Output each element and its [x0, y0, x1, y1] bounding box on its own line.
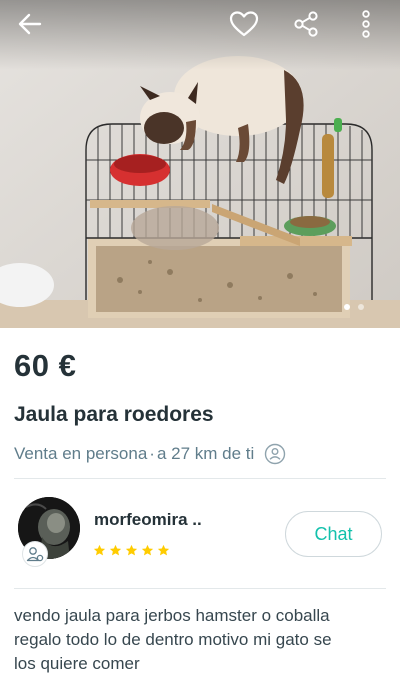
product-price: 60 € — [14, 348, 77, 383]
favorite-button[interactable] — [226, 6, 262, 42]
divider — [14, 588, 386, 589]
star-icon — [157, 544, 170, 556]
more-options-button[interactable] — [348, 6, 384, 42]
separator: · — [149, 444, 155, 463]
heart-outline-icon — [229, 11, 259, 37]
product-title: Jaula para roedores — [14, 403, 214, 426]
divider — [14, 478, 386, 479]
share-button[interactable] — [288, 6, 324, 42]
more-vertical-icon — [362, 10, 370, 38]
seller-rating — [93, 544, 170, 557]
distance-label: a 27 km de ti — [156, 444, 255, 463]
product-description: vendo jaula para jerbos hamster o coball… — [14, 606, 332, 673]
seller-name[interactable]: morfeomira .. — [94, 510, 202, 530]
back-button[interactable] — [12, 6, 48, 42]
star-icon — [109, 544, 122, 556]
star-icon — [93, 544, 106, 556]
product-image-gallery[interactable] — [0, 0, 400, 328]
seller-badge — [22, 541, 48, 567]
image-topbar — [0, 0, 400, 48]
product-photo — [0, 0, 400, 328]
gallery-dot[interactable] — [358, 304, 364, 310]
delivery-info: Venta en persona · a 27 km de ti — [14, 442, 286, 466]
star-icon — [125, 544, 138, 556]
chat-button[interactable]: Chat — [285, 511, 382, 557]
gallery-pagination — [344, 304, 364, 310]
arrow-left-icon — [18, 13, 42, 35]
location-person-icon — [264, 443, 286, 465]
star-icon — [141, 544, 154, 556]
gallery-dot[interactable] — [344, 304, 350, 310]
share-icon — [294, 11, 318, 37]
user-badge-icon — [26, 547, 44, 562]
delivery-method: Venta en persona — [14, 444, 148, 463]
